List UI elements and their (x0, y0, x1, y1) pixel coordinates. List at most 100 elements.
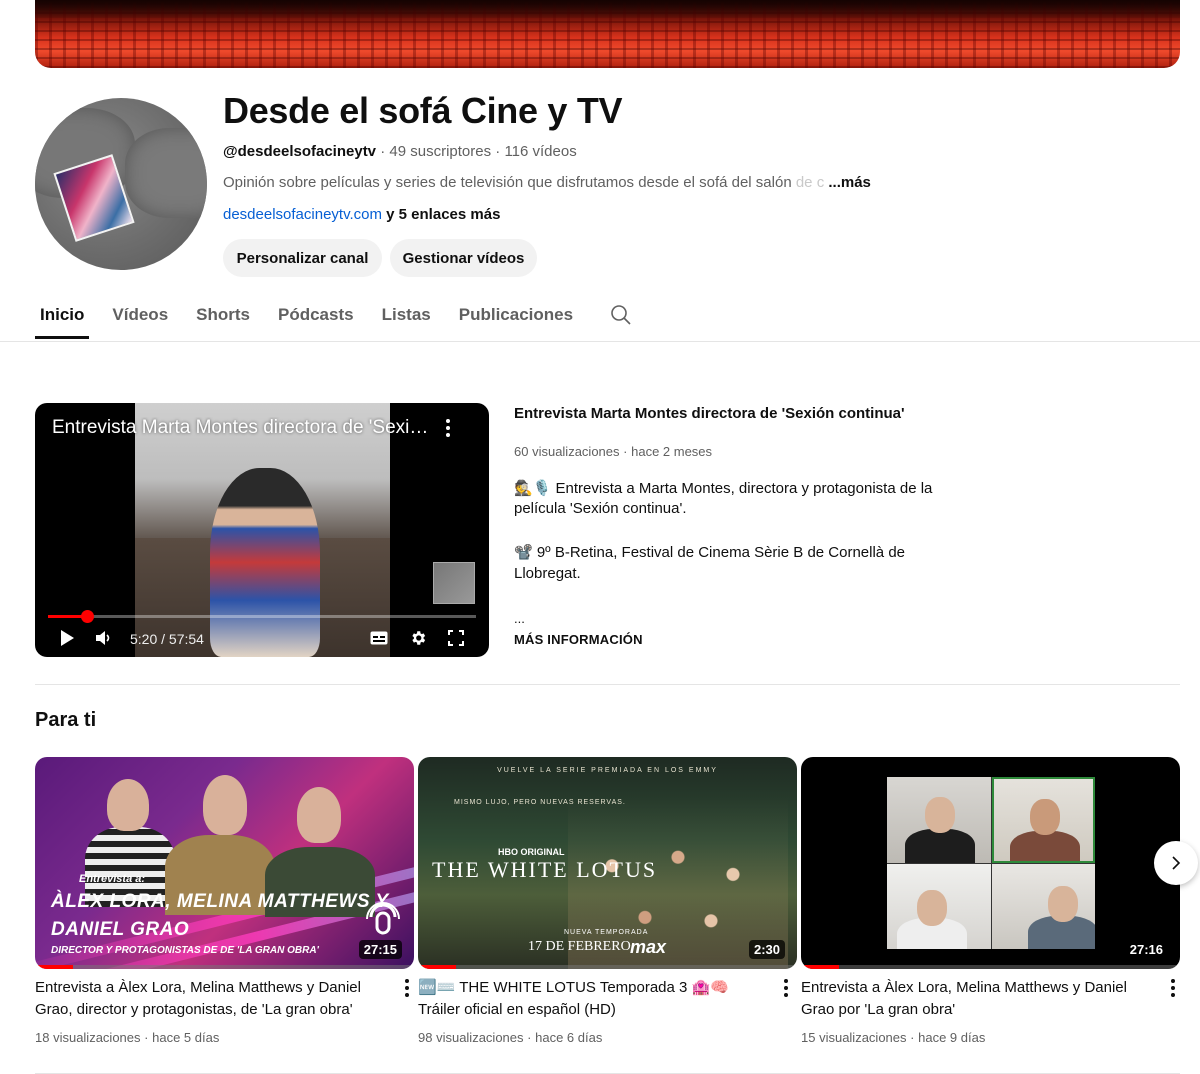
featured-desc-line: Llobregat. (514, 565, 581, 582)
thumb-caption: Entrevista a: (79, 873, 146, 885)
watched-progress (35, 965, 73, 969)
manage-videos-button[interactable]: Gestionar vídeos (390, 239, 537, 277)
thumb-caption: VUELVE LA SERIE PREMIADA EN LOS EMMY (497, 767, 718, 774)
tab-videos[interactable]: Vídeos (112, 295, 168, 339)
chevron-right-icon (1172, 856, 1181, 870)
customize-channel-button[interactable]: Personalizar canal (223, 239, 382, 277)
participant-body (1009, 831, 1080, 861)
thumb-caption: HBO ORIGINAL (498, 847, 565, 857)
video-title[interactable]: 🆕⌨️ THE WHITE LOTUS Temporada 3 🏩🧠 Tráil… (418, 977, 768, 1021)
channel-avatar[interactable] (35, 98, 207, 270)
player-title[interactable]: Entrevista Marta Montes directora de 'Se… (52, 417, 432, 439)
watched-track (35, 965, 414, 969)
thumb-caption: THE WHITE LOTUS (432, 857, 658, 882)
gear-icon[interactable] (409, 629, 427, 647)
participant-body (905, 829, 975, 863)
more-links[interactable]: y 5 enlaces más (386, 206, 500, 223)
tabs-divider (0, 341, 1200, 342)
description-text: Opinión sobre películas y series de tele… (223, 174, 792, 191)
thumb-caption: ÀLEX LORA, MELINA MATTHEWS Y (51, 891, 389, 912)
avatar-cushion (125, 128, 207, 218)
more-info-link[interactable]: MÁS INFORMACIÓN (514, 632, 643, 647)
video-call-grid (887, 777, 1095, 949)
video-thumbnail[interactable]: 27:16 (801, 757, 1180, 969)
description-fade: de c (791, 174, 825, 191)
thumb-caption: DANIEL GRAO (51, 919, 190, 940)
tab-inicio[interactable]: Inicio (34, 295, 90, 339)
watched-track (418, 965, 797, 969)
video-duration: 27:16 (1124, 940, 1168, 959)
featured-title[interactable]: Entrevista Marta Montes directora de 'Se… (514, 405, 905, 422)
meta-separator: · (495, 143, 501, 160)
video-views: 18 visualizaciones (35, 1030, 141, 1045)
video-views: 98 visualizaciones (418, 1030, 524, 1045)
more-vert-icon[interactable] (441, 417, 455, 439)
podcast-icon (366, 902, 400, 935)
video-meta: 18 visualizaciones · hace 5 días (35, 1030, 219, 1045)
featured-desc-line: 📽️ 9º B-Retina, Festival de Cinema Sèrie… (514, 544, 906, 561)
volume-icon[interactable] (96, 631, 112, 645)
participant-face (1047, 885, 1078, 922)
channel-meta: @desdeelsofacineytv · 49 suscriptores · … (223, 143, 577, 160)
video-person (210, 468, 320, 657)
video-meta: 15 visualizaciones · hace 9 días (801, 1030, 985, 1045)
channel-tabs: Inicio Vídeos Shorts Pódcasts Listas Pub… (34, 295, 633, 341)
video-title[interactable]: Entrevista a Àlex Lora, Melina Matthews … (35, 977, 385, 1021)
thumb-caption: MISMO LUJO, PERO NUEVAS RESERVAS. (454, 799, 626, 806)
player-progress-bar[interactable] (48, 610, 476, 623)
more-link[interactable]: ...más (828, 174, 871, 191)
tab-publicaciones[interactable]: Publicaciones (459, 295, 573, 339)
subscriber-count: 49 suscriptores (389, 143, 492, 160)
video-card[interactable]: 27:16 Entrevista a Àlex Lora, Melina Mat… (801, 757, 1180, 1045)
call-participant (991, 777, 1095, 863)
channel-title: Desde el sofá Cine y TV (223, 90, 623, 131)
section-divider (35, 684, 1180, 685)
tab-listas[interactable]: Listas (382, 295, 431, 339)
featured-video-player[interactable]: Entrevista Marta Montes directora de 'Se… (35, 403, 489, 657)
search-icon[interactable] (609, 303, 633, 327)
tab-shorts[interactable]: Shorts (196, 295, 250, 339)
featured-desc-line: película 'Sexión continua'. (514, 500, 687, 517)
channel-description[interactable]: Opinión sobre películas y series de tele… (223, 174, 871, 191)
video-title[interactable]: Entrevista a Àlex Lora, Melina Matthews … (801, 977, 1151, 1021)
video-card[interactable]: VUELVE LA SERIE PREMIADA EN LOS EMMY MIS… (418, 757, 797, 1045)
subtitles-icon[interactable] (370, 631, 388, 645)
video-age: hace 5 días (152, 1030, 220, 1045)
video-duration: 27:15 (358, 940, 402, 959)
thumb-caption: DIRECTOR Y PROTAGONISTAS DE DE 'LA GRAN … (51, 945, 319, 956)
call-participant (887, 863, 991, 949)
participant-face (925, 797, 955, 833)
meta-separator: · (910, 1030, 915, 1045)
call-participant (887, 777, 991, 863)
video-meta: 98 visualizaciones · hace 6 días (418, 1030, 602, 1045)
thumb-person (203, 775, 247, 835)
video-thumbnail[interactable]: VUELVE LA SERIE PREMIADA EN LOS EMMY MIS… (418, 757, 797, 969)
thumb-person (297, 787, 341, 843)
video-duration: 2:30 (748, 940, 785, 959)
play-icon[interactable] (59, 629, 75, 647)
video-card[interactable]: Entrevista a: ÀLEX LORA, MELINA MATTHEWS… (35, 757, 414, 1045)
more-vert-icon[interactable] (779, 977, 793, 999)
tab-podcasts[interactable]: Pódcasts (278, 295, 354, 339)
participant-face (1029, 799, 1060, 835)
channel-banner (35, 0, 1180, 68)
carousel-next-button[interactable] (1154, 841, 1198, 885)
featured-desc-line: 🕵️🎙️ Entrevista a Marta Montes, director… (514, 480, 933, 497)
watched-progress (801, 965, 839, 969)
more-vert-icon[interactable] (1166, 977, 1180, 999)
progress-knob[interactable] (81, 610, 95, 623)
channel-link[interactable]: desdeelsofacineytv.com (223, 206, 382, 223)
fullscreen-icon[interactable] (448, 630, 464, 646)
video-thumbnail[interactable]: Entrevista a: ÀLEX LORA, MELINA MATTHEWS… (35, 757, 414, 969)
thumb-person (107, 779, 149, 831)
meta-separator: · (380, 143, 386, 160)
featured-desc-ellipsis: ... (514, 611, 525, 626)
call-participant (991, 863, 1095, 949)
video-watermark (433, 562, 475, 604)
video-views: 15 visualizaciones (801, 1030, 907, 1045)
player-time: 5:20 / 57:54 (130, 631, 204, 647)
channel-links: desdeelsofacineytv.com y 5 enlaces más (223, 206, 500, 223)
more-vert-icon[interactable] (400, 977, 414, 999)
thumb-caption: max (630, 937, 667, 957)
featured-age: hace 2 meses (631, 444, 713, 459)
